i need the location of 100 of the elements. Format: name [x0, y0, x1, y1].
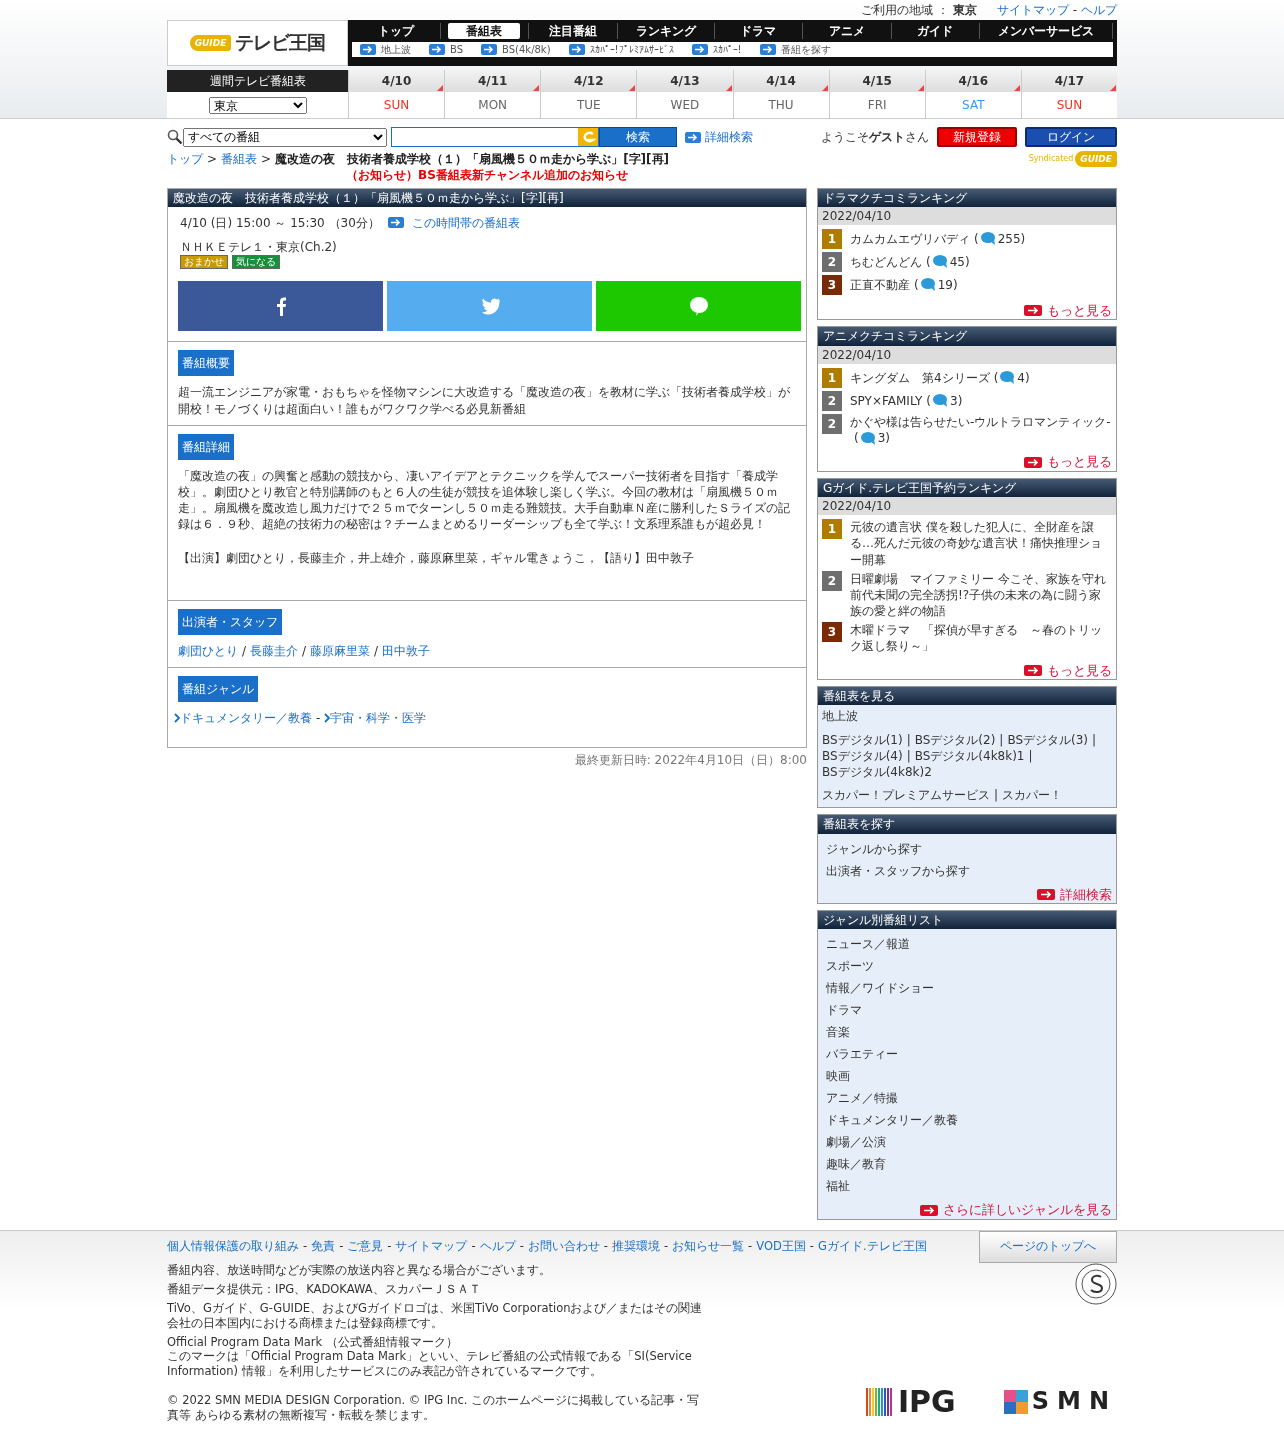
- schedule-link[interactable]: スカパー！プレミアムサービス: [822, 787, 990, 804]
- ranking-item-link[interactable]: ちむどんどん: [850, 253, 922, 271]
- list-link[interactable]: 出演者・スタッフから探す: [826, 863, 1108, 878]
- schedule-link[interactable]: BSデジタル(4k8k)2: [822, 763, 932, 781]
- list-link[interactable]: ドキュメンタリー／教養: [826, 1113, 1108, 1128]
- ranking-item-link[interactable]: 元彼の遺言状 僕を殺した犯人に、全財産を譲る…死んだ元彼の奇妙な遺言状！痛快推理ショー開幕: [850, 519, 1112, 568]
- more-link[interactable]: もっと見る: [1047, 301, 1112, 320]
- footer-link[interactable]: ヘルプ: [479, 1238, 516, 1263]
- date-tab[interactable]: 4/10: [349, 70, 445, 92]
- schedule-link[interactable]: BSデジタル(4): [822, 747, 903, 764]
- footer-link[interactable]: サイトマップ: [395, 1238, 468, 1263]
- list-link[interactable]: 映画: [826, 1069, 1108, 1084]
- search-field[interactable]: [391, 127, 599, 148]
- sub-nav-link[interactable]: BS: [450, 42, 464, 57]
- nav-tab[interactable]: アニメ: [810, 23, 883, 39]
- ranking-item-link[interactable]: SPY×FAMILY: [850, 392, 923, 409]
- more-link[interactable]: もっと見る: [1047, 661, 1112, 680]
- footer-link[interactable]: VOD王国: [756, 1238, 806, 1263]
- genre-link[interactable]: ドキュメンタリー／教養: [180, 710, 312, 727]
- ranking-item-link[interactable]: キングダム 第4シリーズ: [850, 369, 990, 386]
- list-link[interactable]: 趣味／教育: [826, 1157, 1108, 1172]
- detail-search-link[interactable]: 詳細検索: [705, 129, 753, 146]
- cast-link[interactable]: 劇団ひとり: [178, 643, 238, 660]
- chevron-icon: [324, 713, 331, 724]
- list-link[interactable]: アニメ／特撮: [826, 1091, 1108, 1106]
- list-link[interactable]: 劇場／公演: [826, 1135, 1108, 1150]
- date-tab[interactable]: 4/12: [541, 70, 637, 92]
- cast-link[interactable]: 長藤圭介: [250, 643, 299, 660]
- schedule-link[interactable]: 地上波: [822, 708, 858, 725]
- search-scope-select[interactable]: すべての番組: [183, 127, 387, 147]
- arrow-icon: [1024, 305, 1042, 317]
- ranking-item-link[interactable]: 木曜ドラマ 「探偵が早すぎる ～春のトリック返し祭り～」: [850, 622, 1112, 655]
- list-link[interactable]: バラエティー: [826, 1047, 1108, 1062]
- nav-tab[interactable]: ドラマ: [722, 23, 795, 39]
- register-button[interactable]: 新規登録: [937, 127, 1017, 148]
- footer-link[interactable]: Gガイド.テレビ王国: [818, 1238, 927, 1263]
- paren: (: [926, 392, 931, 409]
- notice-link[interactable]: （お知らせ）BS番組表新チャンネル追加のお知らせ: [167, 167, 807, 184]
- date-tab[interactable]: 4/13: [637, 70, 733, 92]
- list-link[interactable]: 情報／ワイドショー: [826, 981, 1108, 996]
- schedule-link[interactable]: BSデジタル(2): [914, 731, 996, 748]
- list-link[interactable]: ドラマ: [826, 1003, 1108, 1018]
- sub-nav-link[interactable]: ｽｶﾊﾟｰ!ﾌﾟﾚﾐｱﾑｻｰﾋﾞｽ: [589, 42, 674, 57]
- list-link[interactable]: 音楽: [826, 1025, 1108, 1040]
- nav-tab[interactable]: トップ: [359, 23, 432, 39]
- region-select[interactable]: 東京: [208, 96, 307, 114]
- date-tab[interactable]: 4/15: [829, 70, 925, 92]
- ranking-item-link[interactable]: かぐや様は告らせたい-ウルトラロマンティック-: [850, 413, 1111, 431]
- sub-nav-link[interactable]: 地上波: [381, 42, 411, 57]
- cast-link[interactable]: 藤原麻里菜: [310, 643, 371, 660]
- sub-nav-link[interactable]: BS(4k/8k): [502, 42, 551, 57]
- box-title: 番組表を探す: [818, 815, 1116, 834]
- genre-link[interactable]: 宇宙・科学・医学: [330, 710, 427, 727]
- date-tab[interactable]: 4/14: [733, 70, 829, 92]
- footer-link[interactable]: 免責: [311, 1238, 336, 1263]
- list-link[interactable]: ジャンルから探す: [826, 841, 1108, 856]
- link-separator: -: [809, 1238, 814, 1255]
- page-top-button[interactable]: ページのトップへ: [979, 1230, 1117, 1263]
- breadcrumb-link[interactable]: トップ: [167, 151, 203, 168]
- nav-tab[interactable]: ガイド: [899, 23, 972, 39]
- cast-link[interactable]: 田中敦子: [382, 643, 431, 660]
- nav-tab[interactable]: ランキング: [617, 23, 714, 39]
- header-link[interactable]: ヘルプ: [1081, 1, 1117, 19]
- schedule-link[interactable]: BSデジタル(3): [1007, 731, 1088, 748]
- timetable-link[interactable]: この時間帯の番組表: [411, 214, 520, 231]
- more-link[interactable]: さらに詳しいジャンルを見る: [943, 1201, 1112, 1219]
- footer-link[interactable]: 推奨環境: [611, 1238, 660, 1263]
- sub-nav-link[interactable]: ｽｶﾊﾟｰ!: [712, 42, 742, 57]
- footer-link[interactable]: 個人情報保護の取り組み: [167, 1238, 299, 1263]
- list-link[interactable]: ニュース／報道: [826, 937, 1108, 952]
- facebook-button[interactable]: [178, 281, 383, 332]
- login-button[interactable]: ログイン: [1025, 127, 1117, 148]
- nav-tab[interactable]: メンバーサービス: [980, 23, 1112, 39]
- date-tab[interactable]: 4/17: [1021, 70, 1117, 92]
- search-button[interactable]: 検索: [599, 127, 677, 148]
- schedule-link[interactable]: BSデジタル(4k8k)1: [914, 747, 1025, 764]
- nav-tab[interactable]: 番組表: [448, 23, 521, 39]
- nav-tab[interactable]: 注目番組: [530, 23, 615, 39]
- date-tab[interactable]: 4/11: [445, 70, 541, 92]
- ranking-item-link[interactable]: 日曜劇場 マイファミリー 今こそ、家族を守れ前代未聞の完全誘拐!?子供の未来の為に闘う家族の愛と絆の物語: [850, 570, 1112, 620]
- breadcrumb-link[interactable]: 番組表: [221, 151, 258, 168]
- schedule-link[interactable]: BSデジタル(1): [822, 731, 903, 748]
- more-link[interactable]: もっと見る: [1047, 453, 1112, 471]
- footer-link[interactable]: お知らせ一覧: [672, 1238, 745, 1263]
- more-link[interactable]: 詳細検索: [1060, 885, 1112, 904]
- tag-label[interactable]: 気になる: [232, 255, 280, 270]
- list-link[interactable]: スポーツ: [826, 959, 1108, 974]
- schedule-link[interactable]: スカパー！: [1002, 787, 1063, 804]
- comment-count: 3): [950, 392, 963, 409]
- name-separator: /: [374, 643, 379, 660]
- list-link[interactable]: 福祉: [826, 1179, 1108, 1194]
- ranking-item-link[interactable]: カムカムエヴリバディ: [850, 230, 970, 248]
- detail-text: 「魔改造の夜」の興奮と感動の競技から、凄いアイデアとテクニックを学んでスーパー技術者を目指す「養成学校」。劇団ひとり教官と特別講師のもと６人の生徒が競技を追体験し楽しく学ぶ。今回の教材は「扇風機５０ｍ走」。扇風機を魔改造し風力だけで２５ｍでターンし５０ｍ走る難競技。大手自動車Ｎ産に勝利したＳライズの記録は６．９秒、超絶の技術力の秘密は？チームまとめるリーダーシップも全て学ぶ！文系理系誰もが超必見！: [178, 467, 791, 533]
- footer-link[interactable]: お問い合わせ: [527, 1238, 600, 1263]
- footer-link[interactable]: ご意見: [347, 1238, 384, 1263]
- sub-nav-link[interactable]: 番組を探す: [780, 42, 831, 57]
- header-link[interactable]: サイトマップ: [996, 1, 1069, 19]
- ranking-item-link[interactable]: 正直不動産: [850, 276, 910, 294]
- link-separator: -: [1072, 1, 1077, 19]
- date-tab[interactable]: 4/16: [925, 70, 1021, 92]
